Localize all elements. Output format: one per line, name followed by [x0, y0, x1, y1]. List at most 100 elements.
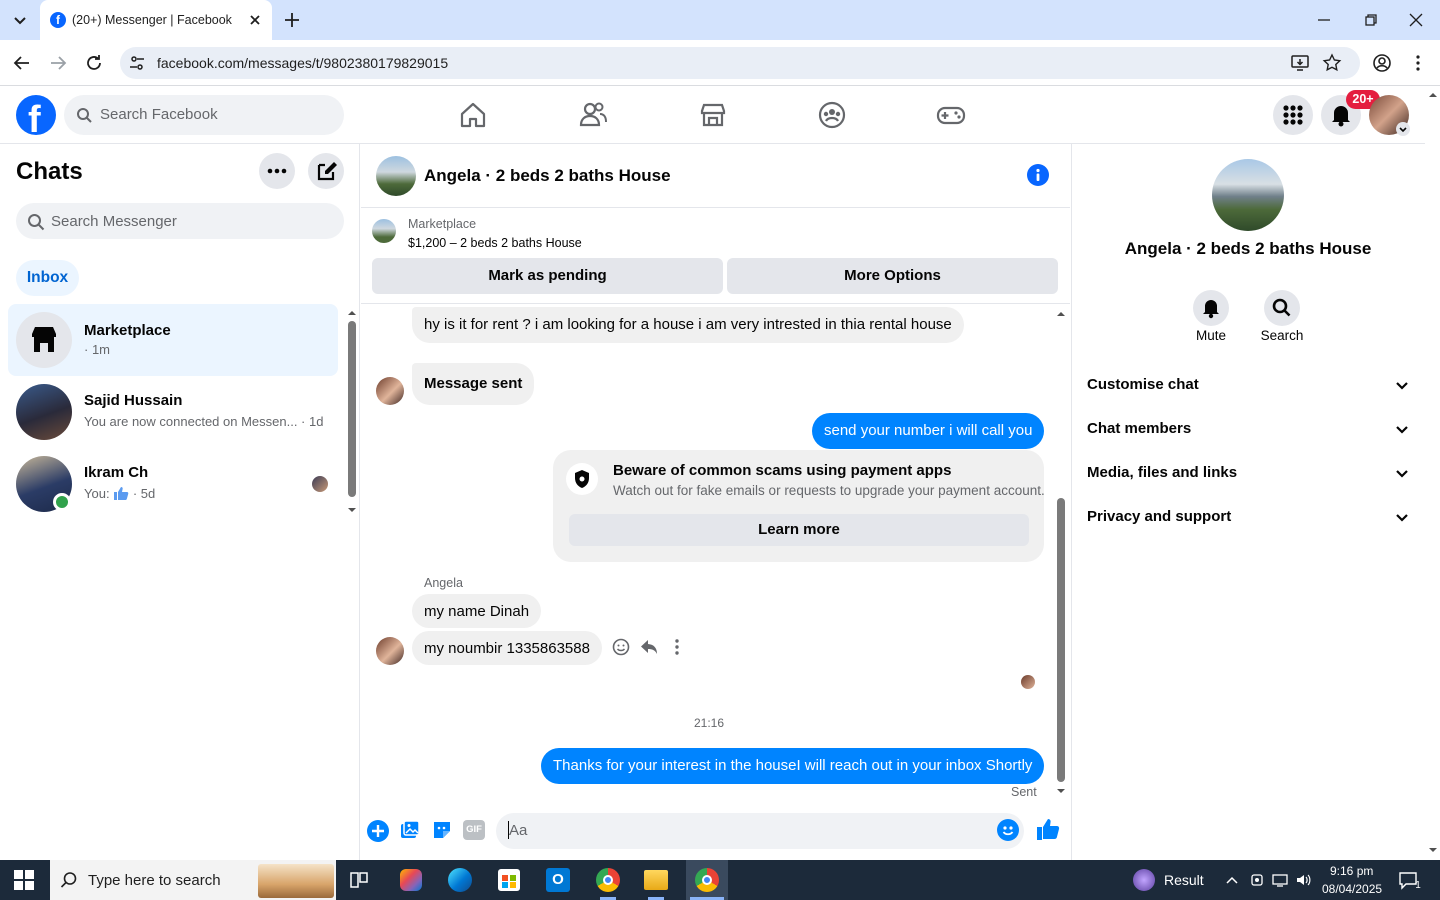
reload-icon[interactable] — [84, 53, 104, 73]
browser-menu-icon[interactable] — [1408, 53, 1428, 73]
close-tab-icon[interactable] — [246, 11, 264, 29]
bell-icon — [1203, 300, 1219, 319]
conversation-avatar[interactable] — [376, 156, 416, 196]
media-files-links-section[interactable]: Media, files and links — [1087, 464, 1417, 481]
file-explorer-icon[interactable] — [644, 870, 668, 890]
tab-search-button[interactable] — [8, 8, 32, 32]
message-input[interactable] — [496, 813, 1024, 849]
react-emoji-icon[interactable] — [611, 637, 631, 657]
chrome-icon[interactable] — [596, 868, 620, 892]
conversation-title[interactable]: Angela · 2 beds 2 baths House — [424, 166, 671, 186]
meet-now-icon[interactable] — [1249, 872, 1265, 888]
learn-more-button[interactable]: Learn more — [569, 514, 1029, 546]
browser-tab-active[interactable]: f (20+) Messenger | Facebook — [40, 0, 272, 40]
incoming-message[interactable]: my name Dinah — [412, 594, 542, 628]
gaming-icon[interactable] — [936, 100, 966, 130]
conversation-info-icon[interactable] — [1027, 164, 1049, 186]
page-scroll-up-icon[interactable] — [1427, 90, 1439, 100]
bookmark-star-icon[interactable] — [1322, 53, 1342, 73]
reply-icon[interactable] — [639, 637, 659, 657]
thumbs-up-icon — [114, 487, 129, 500]
message-more-icon[interactable] — [667, 637, 687, 657]
back-icon[interactable] — [12, 53, 32, 73]
sender-name-label: Angela — [424, 576, 463, 590]
menu-grid-button[interactable] — [1273, 95, 1313, 135]
close-window-icon[interactable] — [1408, 12, 1424, 28]
edge-icon[interactable] — [448, 868, 472, 892]
sticker-icon[interactable] — [431, 819, 453, 841]
emoji-icon[interactable] — [997, 819, 1019, 841]
page-scroll-down-icon[interactable] — [1427, 845, 1439, 855]
new-message-button[interactable] — [308, 153, 344, 189]
minimize-icon[interactable] — [1316, 12, 1332, 28]
facebook-search-placeholder: Search Facebook — [100, 106, 218, 123]
chat-members-section[interactable]: Chat members — [1087, 420, 1417, 437]
messages-scroll-down-icon[interactable] — [1055, 786, 1067, 796]
chat-list-scroll-down-icon[interactable] — [346, 505, 358, 515]
chat-row-marketplace[interactable]: Marketplace · 1m — [8, 304, 338, 376]
more-options-button[interactable]: More Options — [727, 258, 1058, 294]
section-label: Media, files and links — [1087, 464, 1238, 481]
mark-as-pending-button[interactable]: Mark as pending — [372, 258, 723, 294]
incoming-message[interactable]: Message sent — [412, 363, 535, 405]
marketplace-icon[interactable] — [698, 100, 728, 130]
search-highlight-image — [258, 864, 334, 898]
groups-icon[interactable] — [817, 100, 847, 130]
incoming-message[interactable]: hy is it for rent ? i am looking for a h… — [412, 307, 964, 343]
site-info-icon[interactable] — [128, 54, 146, 72]
chat-row-ikram-ch[interactable]: Ikram Ch You: · 5d — [8, 448, 338, 520]
friends-icon[interactable] — [578, 100, 608, 130]
search-icon — [1272, 298, 1291, 317]
chat-list-scrollbar[interactable] — [348, 321, 356, 497]
chat-row-sajid-hussain[interactable]: Sajid Hussain You are now connected on M… — [8, 376, 338, 448]
outlook-icon[interactable]: O — [546, 868, 570, 892]
mute-button[interactable] — [1193, 290, 1229, 326]
listing-price[interactable]: $1,200 – 2 beds 2 baths House — [408, 236, 582, 250]
network-icon[interactable] — [1272, 872, 1288, 888]
search-icon — [76, 107, 92, 123]
gif-icon[interactable]: GIF — [463, 820, 485, 840]
restore-icon[interactable] — [1363, 12, 1379, 28]
store-icon[interactable] — [498, 869, 520, 891]
chat-options-button[interactable] — [259, 153, 295, 189]
result-app-label[interactable]: Result — [1164, 872, 1204, 888]
install-app-icon[interactable] — [1290, 53, 1310, 73]
tray-chevron-up-icon[interactable] — [1225, 873, 1239, 887]
forward-icon[interactable] — [48, 53, 68, 73]
incoming-message[interactable]: my noumbir 1335863588 — [412, 631, 602, 665]
listing-thumbnail — [372, 219, 396, 243]
new-tab-icon[interactable] — [282, 10, 302, 30]
copilot-icon[interactable] — [400, 869, 422, 891]
search-in-conversation-button[interactable] — [1264, 290, 1300, 326]
messages-scrollbar[interactable] — [1057, 498, 1065, 782]
chrome-active-icon[interactable] — [686, 860, 728, 900]
chat-list-scroll-up-icon[interactable] — [346, 308, 358, 318]
clock-date[interactable]: 08/04/2025 — [1322, 882, 1382, 896]
facebook-favicon-icon: f — [50, 12, 66, 28]
outgoing-message[interactable]: Thanks for your interest in the houseI w… — [541, 748, 1045, 784]
facebook-logo[interactable]: f — [16, 95, 56, 135]
chat-preview: You are now connected on Messen... · 1d — [84, 414, 324, 429]
profile-icon[interactable] — [1372, 53, 1392, 73]
search-icon — [60, 871, 78, 889]
result-app-icon[interactable] — [1133, 869, 1155, 891]
messages-scroll-up-icon[interactable] — [1055, 309, 1067, 319]
windows-start-icon[interactable] — [14, 870, 34, 890]
page-scrollbar[interactable] — [1425, 86, 1440, 860]
inbox-tab[interactable]: Inbox — [16, 260, 79, 296]
more-actions-plus-icon[interactable] — [367, 820, 389, 842]
shield-icon — [566, 463, 598, 495]
attach-photo-icon[interactable] — [399, 819, 421, 841]
clock-time[interactable]: 9:16 pm — [1330, 864, 1373, 878]
home-icon[interactable] — [458, 100, 488, 130]
like-send-icon[interactable] — [1036, 817, 1060, 841]
url-text[interactable]: facebook.com/messages/t/9802380179829015 — [157, 55, 448, 71]
chat-name: Sajid Hussain — [84, 392, 183, 409]
search-icon — [27, 213, 45, 231]
outgoing-message[interactable]: send your number i will call you — [812, 413, 1045, 449]
marketplace-store-icon — [32, 327, 56, 352]
volume-icon[interactable] — [1295, 872, 1311, 888]
customise-chat-section[interactable]: Customise chat — [1087, 376, 1417, 393]
privacy-support-section[interactable]: Privacy and support — [1087, 508, 1417, 525]
task-view-icon[interactable] — [349, 870, 369, 890]
